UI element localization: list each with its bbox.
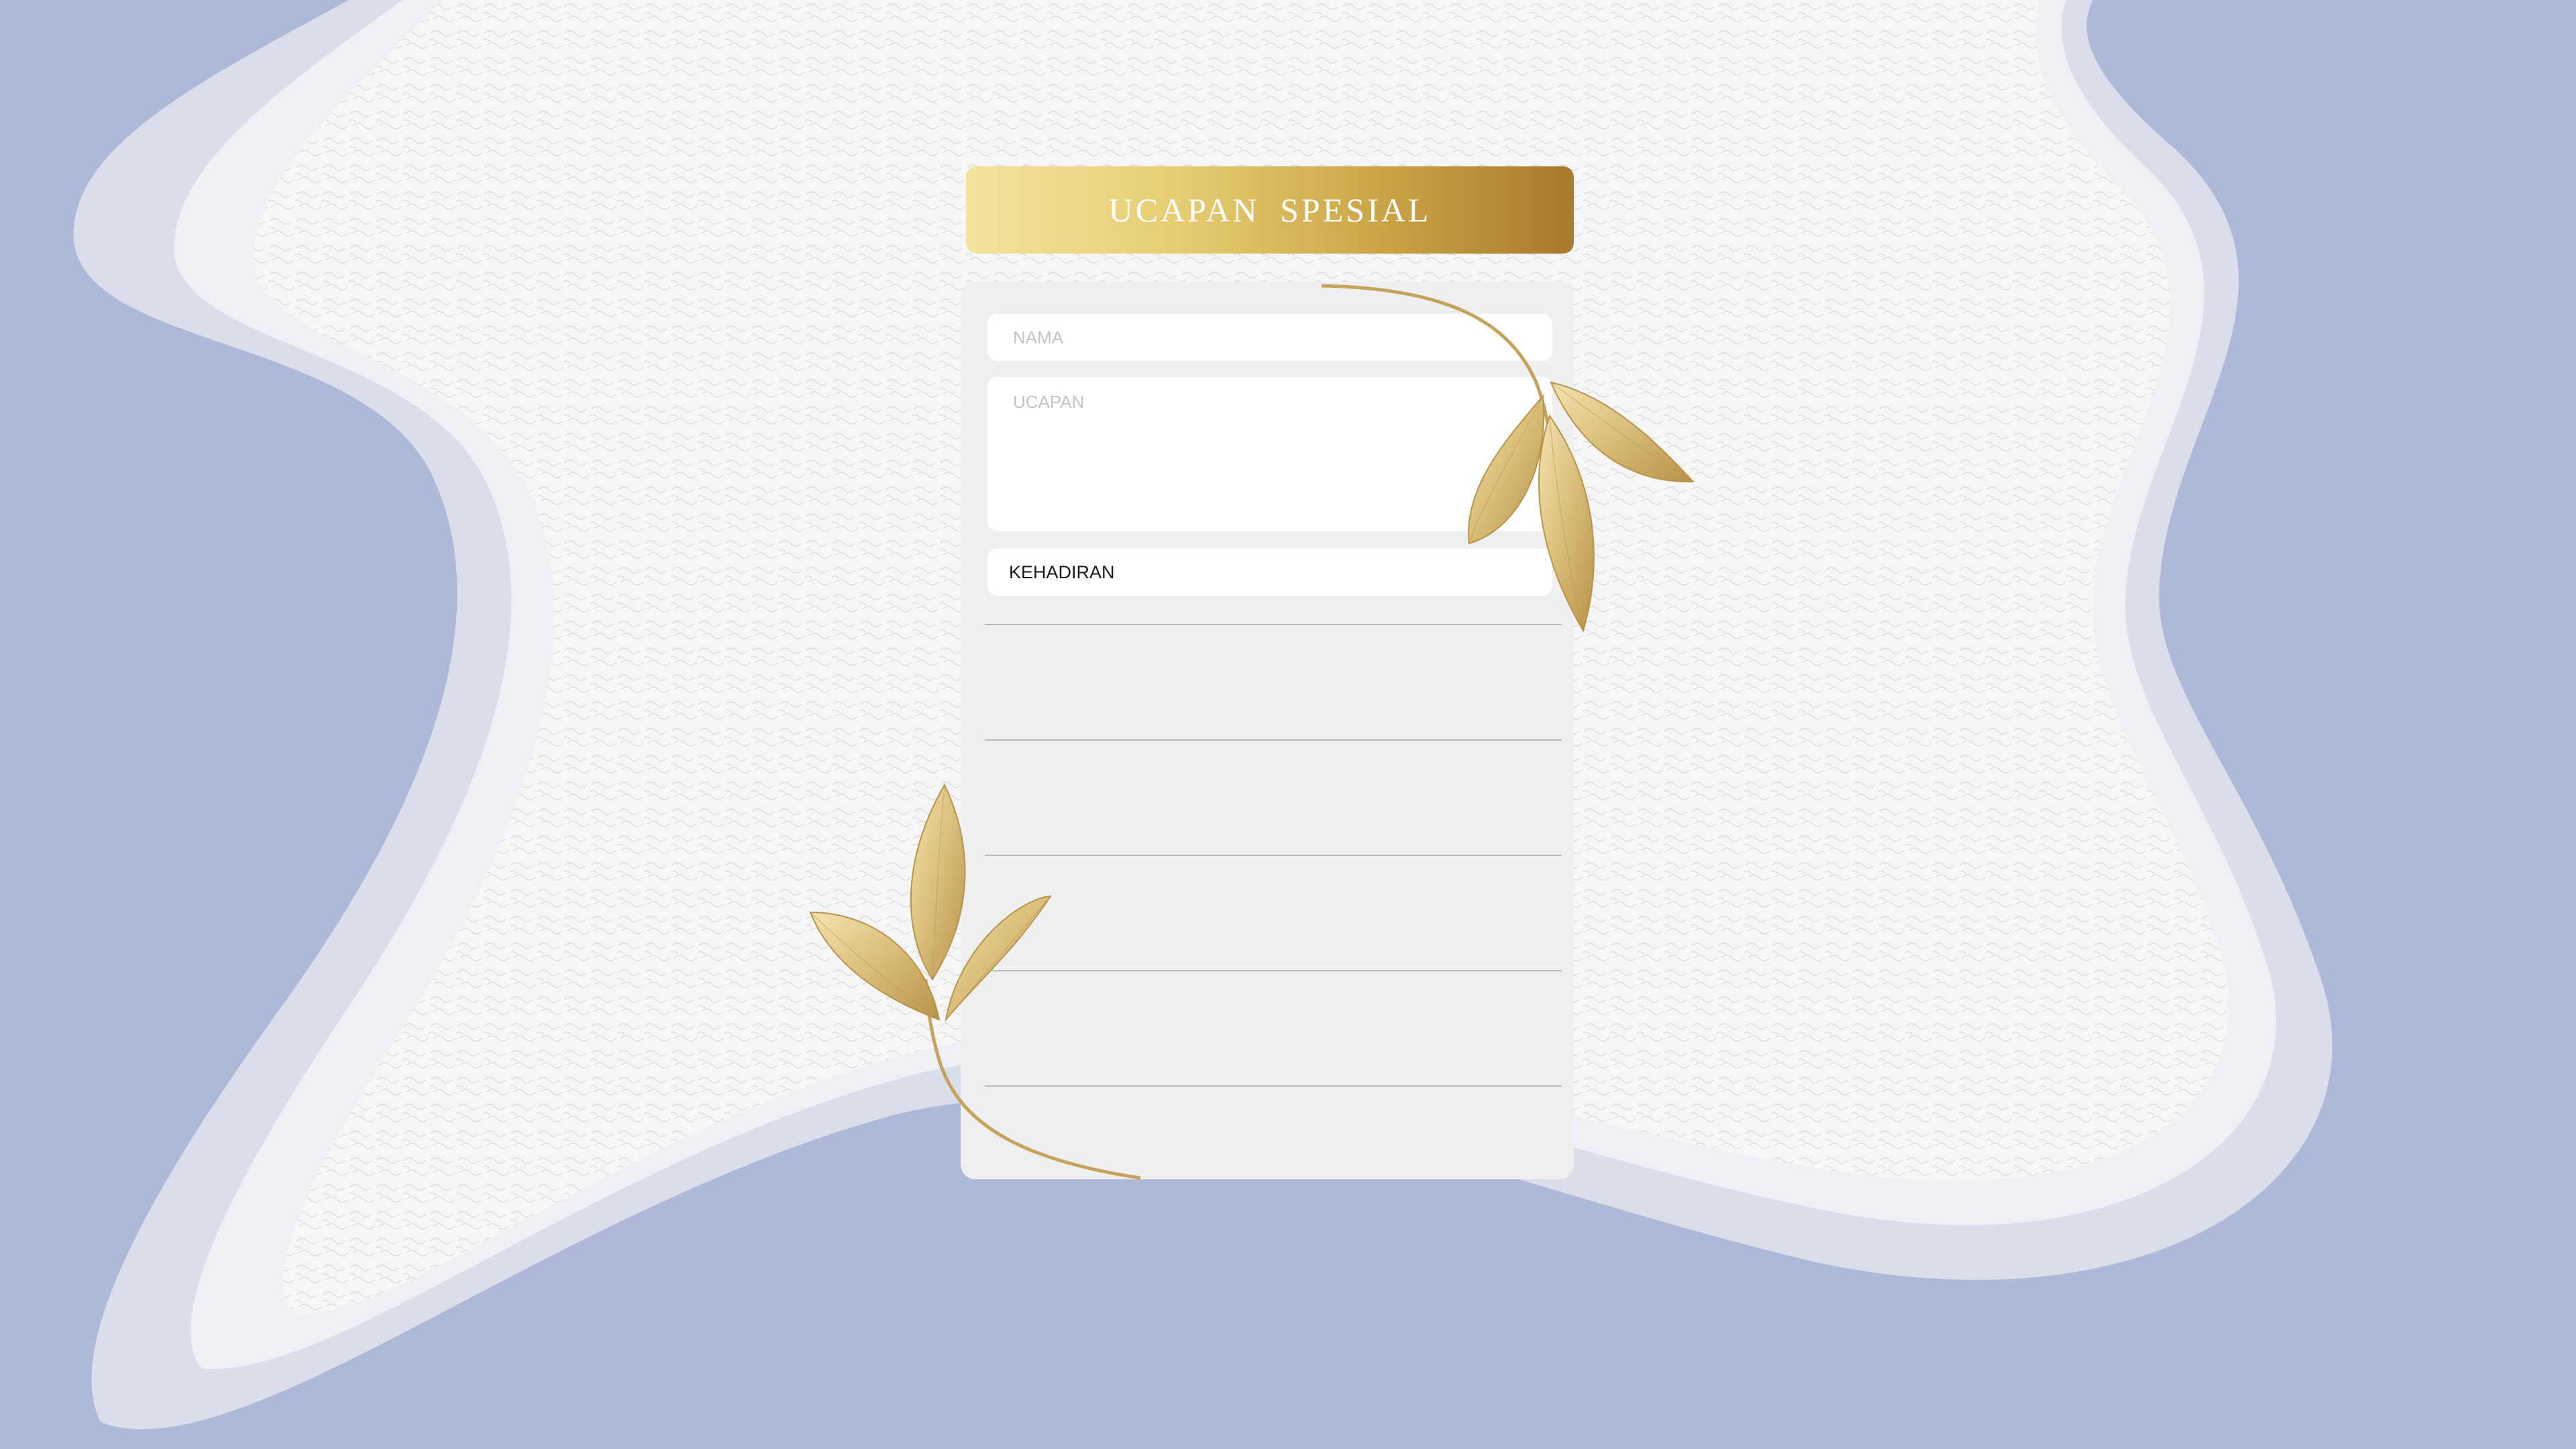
page-title: UCAPAN SPESIAL (1108, 191, 1432, 229)
gold-leaf-branch-icon (1321, 284, 1695, 633)
gold-leaf-branch-icon (809, 783, 1141, 1180)
attendance-select-label: KEHADIRAN (1009, 561, 1115, 582)
header-banner: UCAPAN SPESIAL (966, 166, 1574, 254)
